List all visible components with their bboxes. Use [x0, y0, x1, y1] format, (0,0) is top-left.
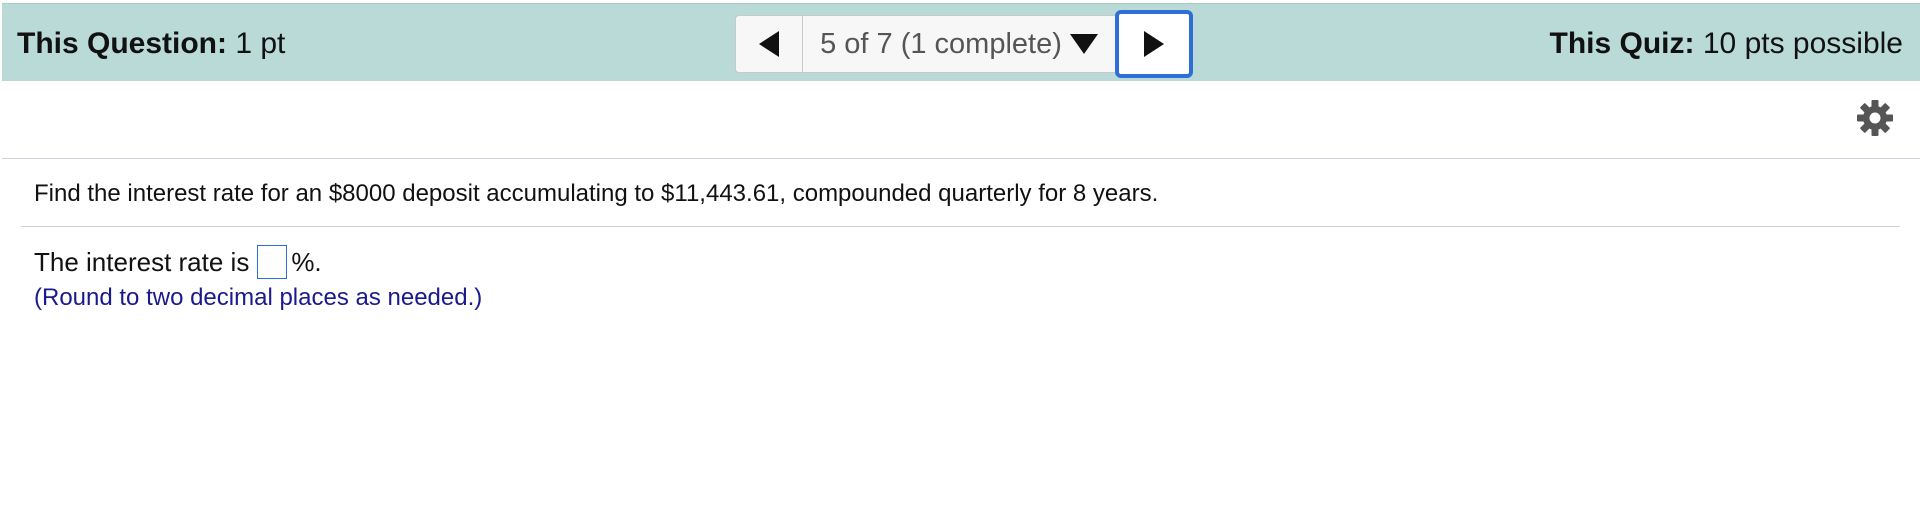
settings-gear-icon[interactable]: [1856, 99, 1894, 137]
question-header-bar: This Question: 1 pt 5 of 7 (1 complete) …: [2, 3, 1920, 81]
question-prompt: Find the interest rate for an $8000 depo…: [34, 180, 1159, 207]
question-status-text: 5 of 7 (1 complete): [820, 27, 1062, 60]
question-divider: [21, 226, 1900, 227]
rounding-hint: (Round to two decimal places as needed.): [34, 284, 483, 311]
triangle-right-icon: [1144, 31, 1164, 57]
answer-line: The interest rate is %.: [34, 244, 322, 280]
triangle-left-icon: [759, 31, 779, 57]
answer-suffix-text: %.: [291, 246, 322, 277]
quiz-points: This Quiz: 10 pts possible: [1550, 4, 1903, 82]
question-points-label: This Question:: [17, 27, 227, 60]
next-question-button[interactable]: [1115, 10, 1193, 78]
quiz-points-label: This Quiz:: [1549, 27, 1695, 60]
answer-prefix-text: The interest rate is: [34, 246, 250, 277]
interest-rate-input[interactable]: [257, 245, 288, 279]
question-select-dropdown[interactable]: 5 of 7 (1 complete): [803, 15, 1115, 73]
question-points-value: 1 pt: [235, 27, 286, 60]
question-points: This Question: 1 pt: [17, 4, 285, 82]
header-divider: [2, 158, 1920, 159]
quiz-points-value: 10 pts possible: [1702, 27, 1903, 60]
triangle-down-icon: [1069, 34, 1098, 54]
question-navigator: 5 of 7 (1 complete): [735, 10, 1193, 78]
previous-question-button[interactable]: [735, 15, 803, 73]
